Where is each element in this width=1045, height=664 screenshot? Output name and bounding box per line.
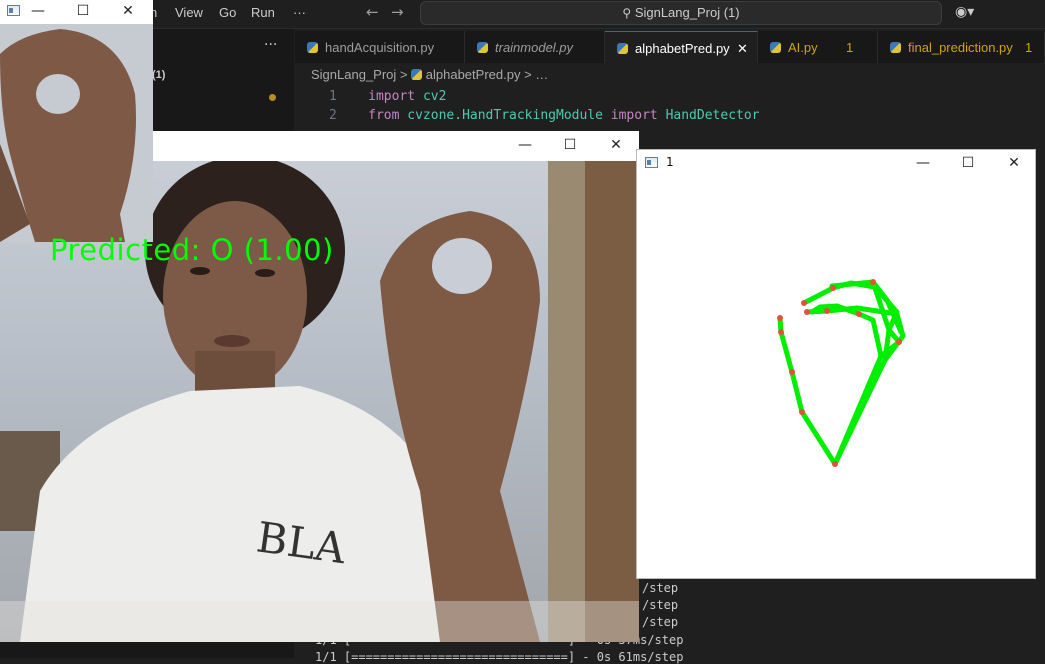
search-label: SignLang_Proj (1)	[634, 5, 740, 20]
problem-count-badge: 1	[1025, 40, 1033, 55]
explorer-more-button[interactable]: ···	[264, 37, 277, 53]
python-file-icon	[411, 69, 423, 80]
tab-label: alphabetPred.py	[635, 41, 730, 56]
menu-go[interactable]: Go	[219, 5, 236, 20]
code-line-1[interactable]: 1 import cv2	[329, 89, 446, 104]
terminal-line: /step	[642, 581, 679, 595]
prediction-label: Predicted: O (1.00)	[50, 233, 334, 267]
maximize-icon[interactable]: ☐	[73, 2, 93, 20]
back-arrow-icon[interactable]: ←	[366, 3, 379, 21]
folder-badge: (1)	[152, 69, 166, 81]
copilot-icon[interactable]: ◉▾	[955, 4, 974, 20]
tab-trainmodel[interactable]: trainmodel.py	[465, 31, 605, 65]
close-icon[interactable]: ✕	[606, 136, 626, 154]
menu-run[interactable]: Run	[251, 5, 275, 20]
tab-handacquisition[interactable]: handAcquisition.py	[295, 31, 465, 65]
hand-crop-window[interactable]: — ☐ ✕	[0, 0, 153, 242]
breadcrumb-separator: >	[399, 67, 408, 82]
python-file-icon	[770, 42, 781, 53]
skeleton-window[interactable]: 1 — ☐ ✕	[636, 149, 1036, 579]
tab-label: final_prediction.py	[908, 40, 1013, 55]
terminal-line: 1/1 [==============================] - 0…	[315, 650, 684, 664]
close-tab-icon[interactable]: ✕	[737, 32, 748, 66]
code-line-2[interactable]: 2 from cvzone.HandTrackingModule import …	[329, 108, 760, 123]
breadcrumb-folder[interactable]: SignLang_Proj	[311, 67, 396, 82]
forward-arrow-icon[interactable]: →	[391, 3, 404, 21]
python-file-icon	[477, 42, 488, 53]
maximize-icon[interactable]: ☐	[560, 136, 580, 154]
vscode-titlebar: n View Go Run ··· ← → ⚲ SignLang_Proj (1…	[0, 0, 1045, 29]
search-icon: ⚲	[622, 6, 632, 20]
python-file-icon	[890, 42, 901, 53]
tab-label: trainmodel.py	[495, 40, 574, 55]
hand-crop-scene	[0, 24, 153, 242]
minimize-icon[interactable]: —	[28, 2, 48, 20]
hand-crop-image	[0, 24, 153, 242]
breadcrumb-file[interactable]: alphabetPred.py	[426, 67, 521, 82]
skeleton-lines	[777, 279, 906, 467]
python-file-icon	[617, 43, 628, 54]
app-window-icon	[7, 5, 20, 16]
class-name: HandDetector	[665, 108, 760, 123]
tab-alphabetpred[interactable]: alphabetPred.py ✕	[605, 31, 758, 65]
tab-final-prediction[interactable]: final_prediction.py 1	[878, 31, 1045, 65]
modified-dot-icon	[269, 94, 276, 101]
line-number: 1	[329, 89, 337, 104]
keyword: from	[368, 108, 400, 123]
breadcrumb: SignLang_Proj > alphabetPred.py > …	[311, 67, 548, 82]
editor-tabs: handAcquisition.py trainmodel.py alphabe…	[295, 31, 1045, 65]
module-name: cv2	[422, 89, 447, 104]
terminal-line: /step	[642, 615, 679, 629]
breadcrumb-more[interactable]: > …	[524, 67, 548, 82]
tab-ai[interactable]: AI.py 1	[758, 31, 878, 65]
hand-skeleton-canvas	[777, 279, 906, 467]
tab-label: handAcquisition.py	[325, 40, 435, 55]
python-file-icon	[307, 42, 318, 53]
hand-crop-window-titlebar[interactable]: — ☐ ✕	[0, 0, 153, 24]
line-number: 2	[329, 108, 337, 123]
close-icon[interactable]: ✕	[118, 2, 138, 20]
problem-count-badge: 1	[846, 40, 854, 55]
minimize-icon[interactable]: —	[515, 136, 535, 154]
menu-more[interactable]: ···	[293, 5, 306, 20]
terminal-line: /step	[642, 598, 679, 612]
tab-label: AI.py	[788, 40, 818, 55]
menu-view[interactable]: View	[175, 5, 203, 20]
command-center-search[interactable]: ⚲ SignLang_Proj (1)	[420, 1, 942, 25]
keyword: import	[368, 89, 416, 104]
module-name: cvzone.HandTrackingModule	[407, 108, 603, 123]
keyword: import	[610, 108, 658, 123]
